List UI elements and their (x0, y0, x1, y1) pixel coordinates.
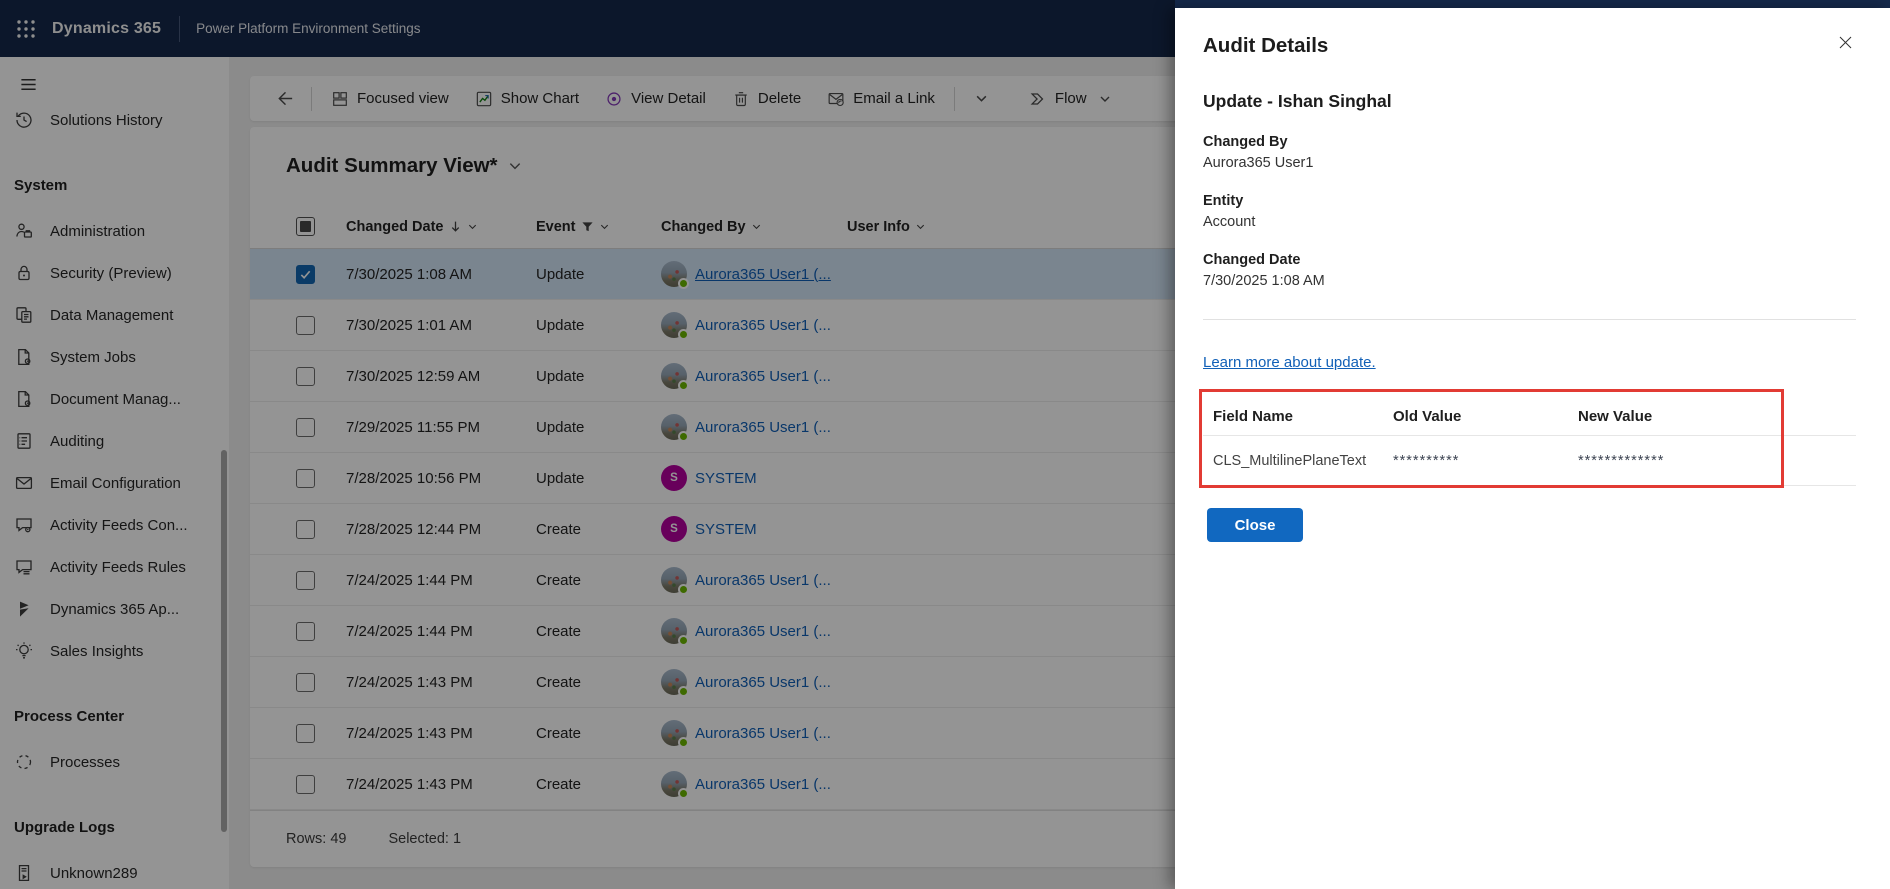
panel-field-value: Account (1203, 214, 1256, 230)
change-new-value: ************* (1578, 452, 1665, 469)
close-x-icon (1839, 36, 1852, 49)
change-data-table: Field Name Old Value New Value CLS_Multi… (1199, 389, 1856, 488)
panel-field-value: 7/30/2025 1:08 AM (1203, 273, 1325, 289)
panel-close-button[interactable] (1835, 32, 1856, 58)
change-table-row: CLS_MultilinePlaneText ********** ********… (1203, 436, 1856, 486)
panel-field-label: Entity (1203, 193, 1244, 209)
audit-record-title: Update - Ishan Singhal (1203, 91, 1392, 111)
panel-field-label: Changed By (1203, 134, 1288, 150)
panel-field-changed-by: Changed By Aurora365 User1 (1203, 134, 1856, 171)
change-field-name: CLS_MultilinePlaneText (1213, 452, 1367, 469)
panel-field-label: Changed Date (1203, 252, 1301, 268)
change-col-old-value: Old Value (1393, 408, 1462, 425)
panel-title: Audit Details (1203, 34, 1329, 57)
panel-field-changed-date: Changed Date 7/30/2025 1:08 AM (1203, 252, 1856, 289)
panel-divider (1203, 319, 1856, 320)
panel-field-entity: Entity Account (1203, 193, 1856, 230)
audit-details-panel: Audit Details Update - Ishan Singhal Cha… (1175, 8, 1890, 889)
panel-field-value: Aurora365 User1 (1203, 155, 1314, 171)
modal-dim-overlay (0, 0, 1175, 889)
change-col-new-value: New Value (1578, 408, 1653, 425)
change-col-field-name: Field Name (1213, 408, 1294, 425)
change-old-value: ********** (1393, 452, 1460, 469)
change-table-header: Field Name Old Value New Value (1203, 398, 1856, 436)
learn-more-link[interactable]: Learn more about update. (1203, 354, 1376, 371)
close-button[interactable]: Close (1207, 508, 1303, 542)
